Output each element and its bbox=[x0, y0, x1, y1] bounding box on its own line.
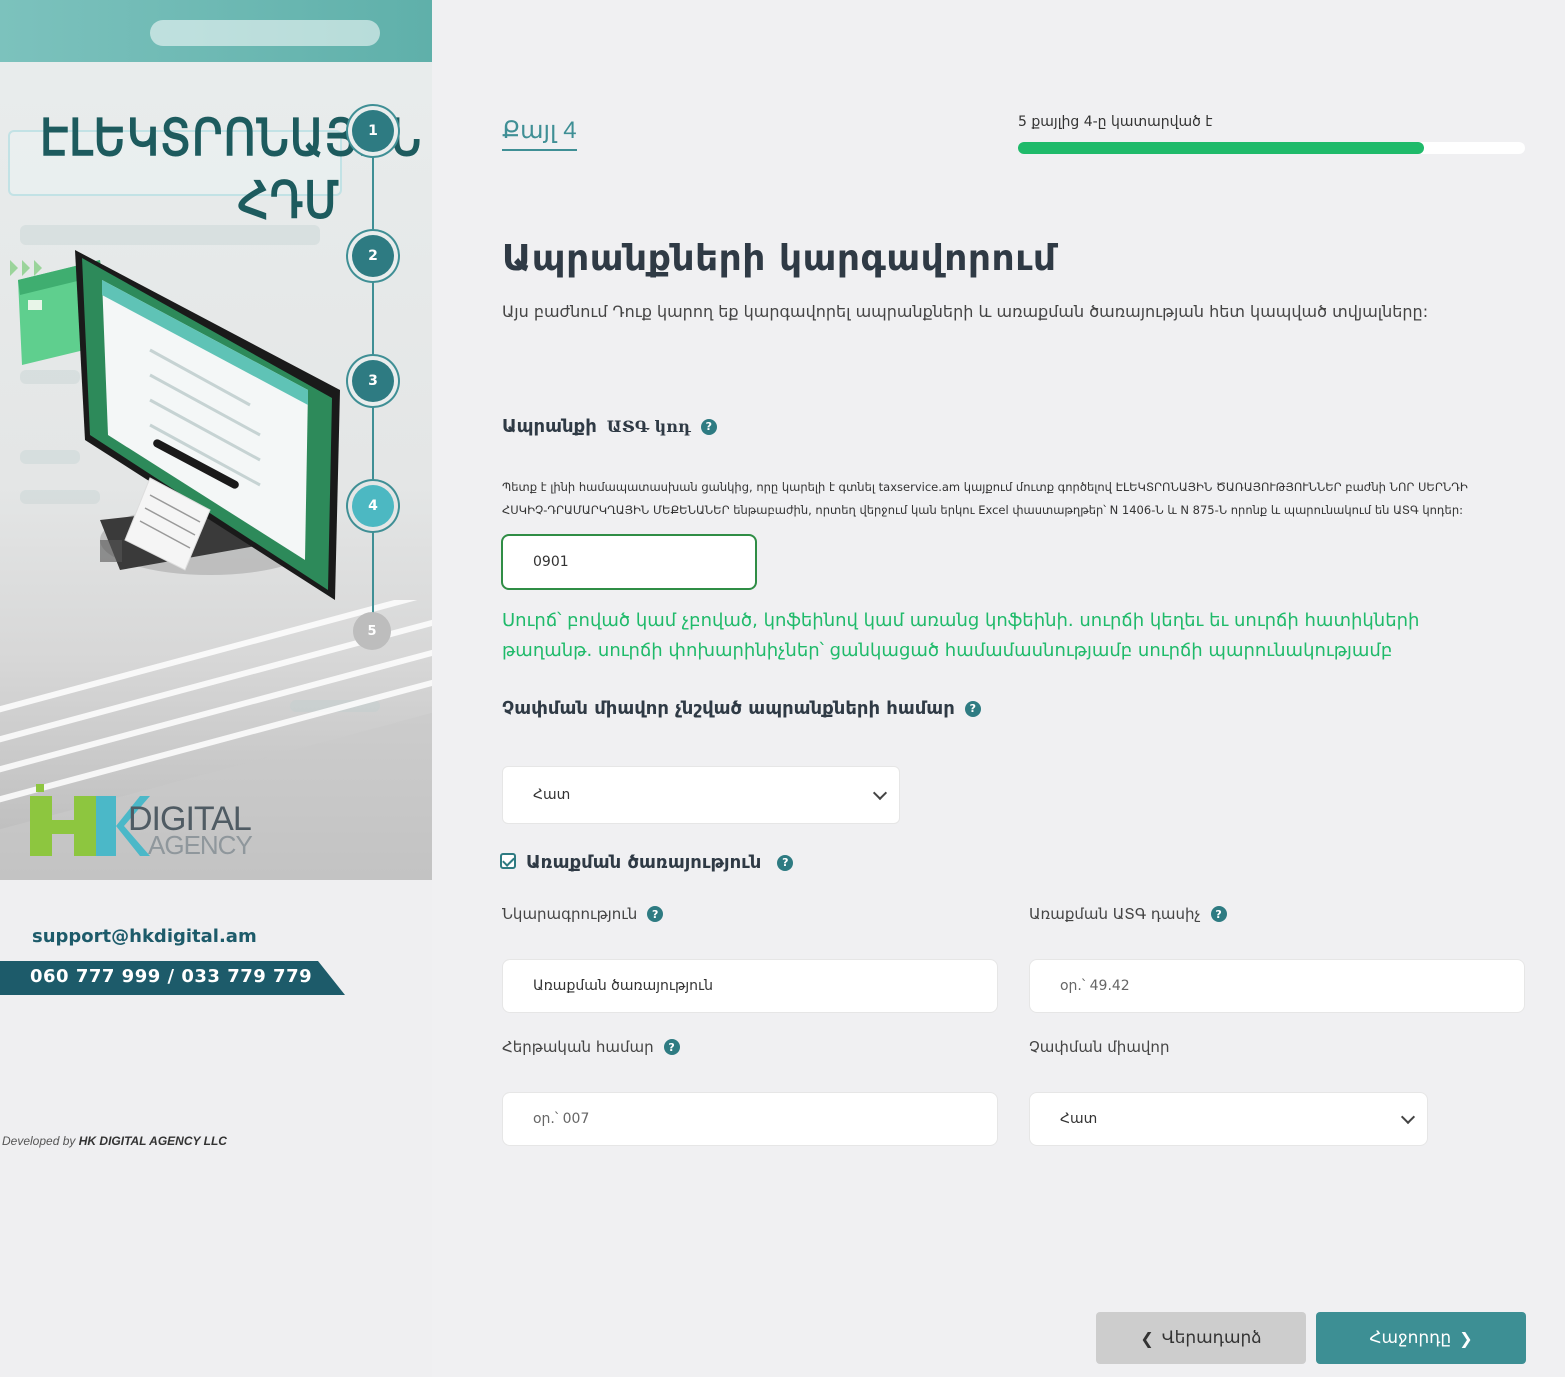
help-icon[interactable]: ? bbox=[1210, 906, 1227, 922]
serial-number-input[interactable] bbox=[502, 1092, 998, 1146]
delivery-unit-select[interactable]: Հատ bbox=[1029, 1092, 1428, 1146]
description-input[interactable] bbox=[502, 959, 998, 1013]
delivery-service-label: Առաքման ծառայություն ? bbox=[526, 852, 794, 873]
developer-credit: Developed by HK DIGITAL AGENCY LLC bbox=[2, 1134, 227, 1148]
atg-code-hint: Պետք է լինի համապատասխան ցանկից, որը կար… bbox=[502, 480, 1468, 517]
step-5: 5 bbox=[353, 612, 391, 650]
delivery-checkbox[interactable] bbox=[500, 853, 516, 869]
chevron-down-icon bbox=[872, 785, 888, 801]
progress-bar bbox=[1018, 142, 1525, 154]
chevron-right-icon: ❯ bbox=[1459, 1328, 1473, 1348]
progress-fill bbox=[1018, 142, 1424, 154]
step-3: 3 bbox=[352, 360, 394, 402]
phone-numbers[interactable]: 060 777 999 / 033 779 779 bbox=[30, 966, 312, 987]
help-icon[interactable]: ? bbox=[647, 906, 664, 922]
description-label: Նկարագրություն ? bbox=[502, 905, 664, 923]
delivery-unit-value: Հատ bbox=[1060, 1111, 1098, 1127]
support-email[interactable]: support@hkdigital.am bbox=[32, 926, 257, 947]
default-unit-label: Չափման միավոր չնշված ապրանքների համար ? bbox=[502, 698, 981, 719]
atg-code-input[interactable] bbox=[501, 534, 757, 590]
hero-title: ԷԼԵԿՏՐՈՆԱՅԻՆ ՀԴՄ bbox=[40, 110, 423, 229]
default-unit-select[interactable]: Հատ bbox=[502, 766, 900, 824]
step-2: 2 bbox=[352, 235, 394, 277]
atg-code-label: Ապրանքի ԱՏԳ կոդ ? bbox=[502, 416, 717, 437]
help-icon[interactable]: ? bbox=[663, 1039, 680, 1055]
help-icon[interactable]: ? bbox=[777, 854, 794, 871]
chevron-left-icon: ❮ bbox=[1140, 1328, 1154, 1348]
default-unit-value: Հատ bbox=[533, 787, 571, 803]
delivery-atg-input[interactable] bbox=[1029, 959, 1525, 1013]
progress-text: 5 քայլից 4-ը կատարված է bbox=[1018, 114, 1213, 130]
chevron-down-icon bbox=[1400, 1109, 1416, 1125]
step-label: Քայլ 4 bbox=[502, 116, 577, 151]
step-4-current: 4 bbox=[352, 485, 394, 527]
delivery-atg-label: Առաքման ԱՏԳ դասիչ ? bbox=[1029, 905, 1227, 923]
next-button[interactable]: Հաջորդը ❯ bbox=[1316, 1312, 1526, 1364]
step-1: 1 bbox=[352, 110, 394, 152]
page-title: Ապրանքների կարգավորում bbox=[502, 238, 1057, 279]
sidebar: ԷԼԵԿՏՐՈՆԱՅԻՆ ՀԴՄ 1 2 3 4 5 DIGITAL AGENC… bbox=[0, 0, 432, 1377]
atg-code-suggestion[interactable]: Սուրճ՝ բոված կամ չբոված, կոֆեինով կամ առ… bbox=[502, 606, 1512, 666]
help-icon[interactable]: ? bbox=[700, 418, 717, 435]
hk-digital-logo: DIGITAL AGENCY bbox=[30, 782, 260, 862]
page-description: Այս բաժնում Դուք կարող եք կարգավորել ապր… bbox=[502, 302, 1429, 321]
serial-number-label: Հերթական համար ? bbox=[502, 1038, 680, 1056]
delivery-unit-label: Չափման միավոր bbox=[1029, 1038, 1170, 1056]
help-icon[interactable]: ? bbox=[964, 700, 981, 717]
back-button[interactable]: ❮ Վերադարձ bbox=[1096, 1312, 1306, 1364]
logo-agency-text: AGENCY bbox=[148, 830, 253, 860]
hero-blurred-header bbox=[0, 0, 432, 62]
monitor-illustration bbox=[75, 250, 340, 600]
